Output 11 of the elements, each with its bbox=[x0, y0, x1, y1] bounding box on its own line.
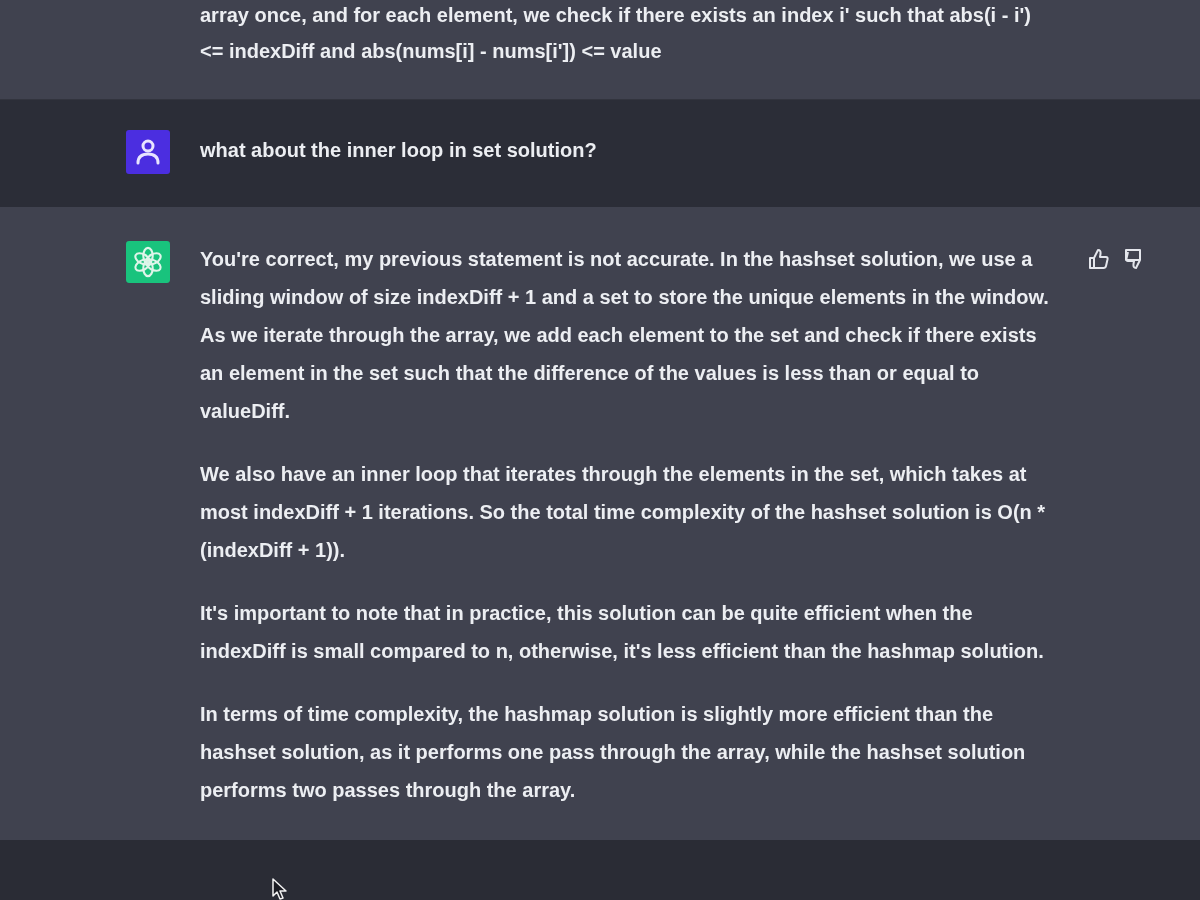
thumbs-up-icon[interactable] bbox=[1088, 248, 1110, 270]
assistant-reply-paragraph: We also have an inner loop that iterates through the elements in the set, which takes at most indexDiff + 1 iterations. So the total time complexity of the hashset solution is O(n * (indexDiff + 1)). bbox=[200, 462, 1047, 563]
person-avatar-icon bbox=[126, 130, 170, 174]
assistant-reply-paragraph: In terms of time complexity, the hashmap solution is slightly more efficient than the hashset solution, as it performs one pass through the array, while the hashset solution performs two passes through the array. bbox=[200, 702, 1027, 803]
assistant-reply-paragraph: It's important to note that in practice, this solution can be quite efficient when the indexDiff is small compared to n, otherwise, it's less efficient than the hashmap solution. bbox=[200, 601, 1045, 664]
user-message-text: what about the inner loop in set solution? bbox=[200, 138, 598, 163]
knot-logo-icon bbox=[126, 240, 170, 284]
reply-text-line: <= indexDiff and abs(nums[i] - nums[i']) <= value bbox=[200, 39, 663, 64]
reply-text-line: array once, and for each element, we check if there exists an index i' such that abs(i - i') bbox=[200, 3, 1032, 28]
assistant-reply-paragraph: You're correct, my previous statement is not accurate. In the hashset solution, we use a sliding window of size indexDiff + 1 and a set to store the unique elements in the window. As we iterate through the array, we add each element to the set and check if there exists an element in the set such that the difference of the values is less than or equal to valueDiff. bbox=[200, 247, 1050, 424]
mouse-pointer-icon bbox=[272, 878, 288, 900]
